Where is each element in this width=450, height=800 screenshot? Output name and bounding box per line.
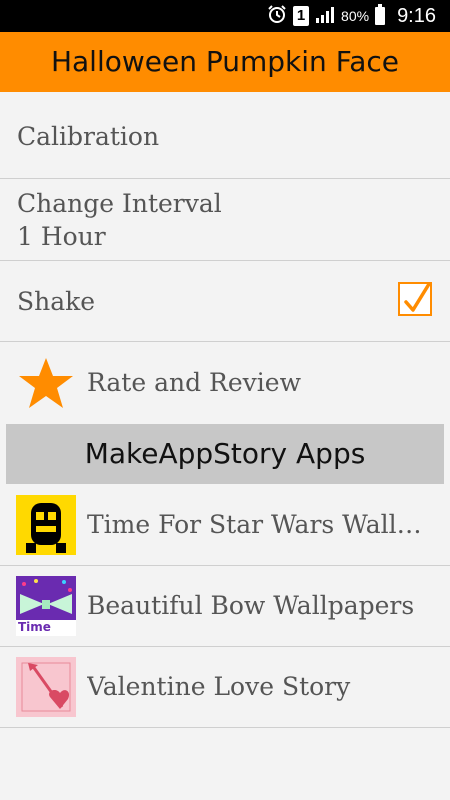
app-item-label: Valentine Love Story — [87, 672, 351, 701]
shake-checkbox[interactable] — [398, 282, 432, 316]
robot-thumbnail-icon — [16, 495, 76, 555]
app-item-bow[interactable]: Time Bow Beautiful Bow Wallpapers — [0, 566, 450, 647]
clock: 9:16 — [397, 4, 436, 27]
calibration-row[interactable]: Calibration — [0, 92, 450, 179]
bow-thumbnail-text: Time Bow — [18, 620, 51, 636]
status-bar: 1 80% 9:16 — [0, 0, 450, 32]
bow-thumbnail-icon: Time Bow — [16, 576, 76, 636]
battery-percent: 80% — [341, 8, 370, 24]
app-bar: Halloween Pumpkin Face — [0, 32, 450, 92]
rate-review-row[interactable]: Rate and Review — [0, 342, 450, 423]
apps-section-title: MakeAppStory Apps — [84, 437, 366, 470]
change-interval-label: Change Interval — [17, 189, 222, 218]
signal-icon — [315, 5, 335, 28]
battery-icon — [375, 4, 386, 25]
star-icon — [17, 356, 75, 415]
apps-section-header: MakeAppStory Apps — [6, 424, 444, 484]
app-item-star-wars[interactable]: Time For Star Wars Wallpapers — [0, 485, 450, 566]
shake-label: Shake — [17, 287, 96, 316]
alarm-icon — [267, 4, 287, 29]
change-interval-value: 1 Hour — [17, 222, 106, 251]
sim-icon: 1 — [293, 6, 310, 26]
calibration-label: Calibration — [17, 122, 160, 151]
app-item-valentine[interactable]: Valentine Love Story — [0, 647, 450, 728]
app-title: Halloween Pumpkin Face — [50, 45, 400, 78]
change-interval-row[interactable]: Change Interval 1 Hour — [0, 179, 450, 261]
app-item-label: Time For Star Wars Wallpapers — [87, 510, 427, 539]
shake-row[interactable]: Shake — [0, 261, 450, 342]
app-item-label: Beautiful Bow Wallpapers — [87, 591, 415, 620]
rate-review-label: Rate and Review — [87, 368, 301, 397]
heart-arrow-thumbnail-icon — [16, 657, 76, 717]
